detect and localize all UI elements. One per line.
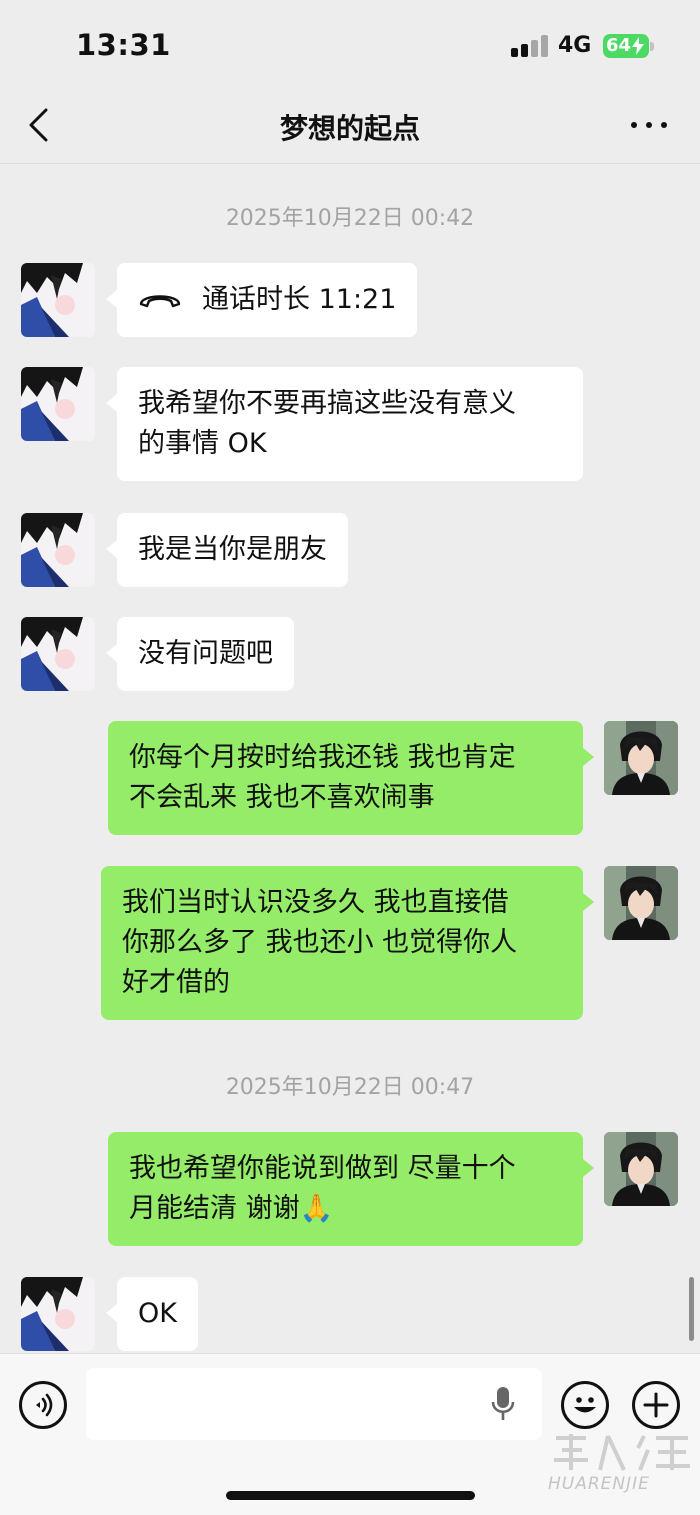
emoji-button[interactable] [561,1381,609,1429]
home-indicator[interactable] [226,1491,475,1500]
contact-avatar[interactable] [21,617,95,691]
nav-bar: 梦想的起点 [0,90,700,164]
contact-avatar[interactable] [21,513,95,587]
message-bubble[interactable]: 我希望你不要再搞这些没有意义 的事情 OK [106,367,583,481]
message-line: 没有问题吧 [138,638,273,669]
watermark-glyph [554,1434,690,1471]
plus-button[interactable] [632,1381,680,1429]
message-bubble[interactable]: 没有问题吧 [106,617,294,691]
my-avatar[interactable] [604,1132,678,1206]
network-type: 4G [558,33,592,58]
message-bubble[interactable]: 我是当你是朋友 [106,513,348,587]
message-timestamp: 2025年10月22日 00:47 [225,1075,475,1100]
call-record-bubble[interactable]: 通话时长 11:21 [105,263,418,337]
message-bubble[interactable]: 我们当时认识没多久 我也直接借 你那么多了 我也还小 也觉得你人 好才借的 [101,866,594,1020]
message-line: 我们当时认识没多久 我也直接借 [122,887,509,918]
contact-avatar[interactable] [21,1277,95,1351]
message-bubble[interactable]: OK [106,1277,198,1351]
signal-icon [511,35,549,57]
message-line: 你那么多了 我也还小 也觉得你人 [122,927,518,958]
phone-hangup-icon [139,294,181,307]
my-avatar[interactable] [604,721,678,795]
plus-icon [643,1392,669,1418]
message-input[interactable] [86,1368,542,1440]
watermark-logo: HUARENJIE [548,1430,698,1510]
message-line: 好才借的 [122,967,230,998]
scrollbar-thumb[interactable] [689,1277,694,1341]
contact-avatar[interactable] [21,367,95,441]
message-line: 月能结清 谢谢🙏 [129,1193,334,1224]
message-line: 我也希望你能说到做到 尽量十个 [129,1153,516,1184]
microphone-icon[interactable] [490,1385,516,1423]
message-bubble[interactable]: 你每个月按时给我还钱 我也肯定 不会乱来 我也不喜欢闹事 [108,721,594,835]
message-line: 我是当你是朋友 [138,534,327,565]
message-timestamp: 2025年10月22日 00:42 [225,206,475,231]
message-line: 的事情 OK [138,428,267,459]
message-line: 不会乱来 我也不喜欢闹事 [129,782,435,813]
status-bar: 13:31 4G 64 [0,0,700,90]
chat-title: 梦想的起点 [279,112,420,145]
voice-icon [36,1393,53,1417]
watermark-text: HUARENJIE [548,1474,650,1494]
emoji-icon [574,1397,596,1413]
call-duration: 通话时长 11:21 [202,284,397,315]
contact-avatar[interactable] [21,263,95,337]
my-avatar[interactable] [604,866,678,940]
message-bubble[interactable]: 我也希望你能说到做到 尽量十个 月能结清 谢谢🙏 [108,1132,594,1246]
message-line: 我希望你不要再搞这些没有意义 [138,388,516,419]
battery-tip [650,42,654,51]
more-button[interactable] [627,110,671,140]
message-line: OK [138,1298,177,1329]
battery-level: 64 [606,35,632,56]
message-line: 你每个月按时给我还钱 我也肯定 [129,742,516,773]
status-time: 13:31 [76,28,171,62]
charging-bolt-icon [632,37,644,55]
voice-button[interactable] [19,1381,67,1429]
